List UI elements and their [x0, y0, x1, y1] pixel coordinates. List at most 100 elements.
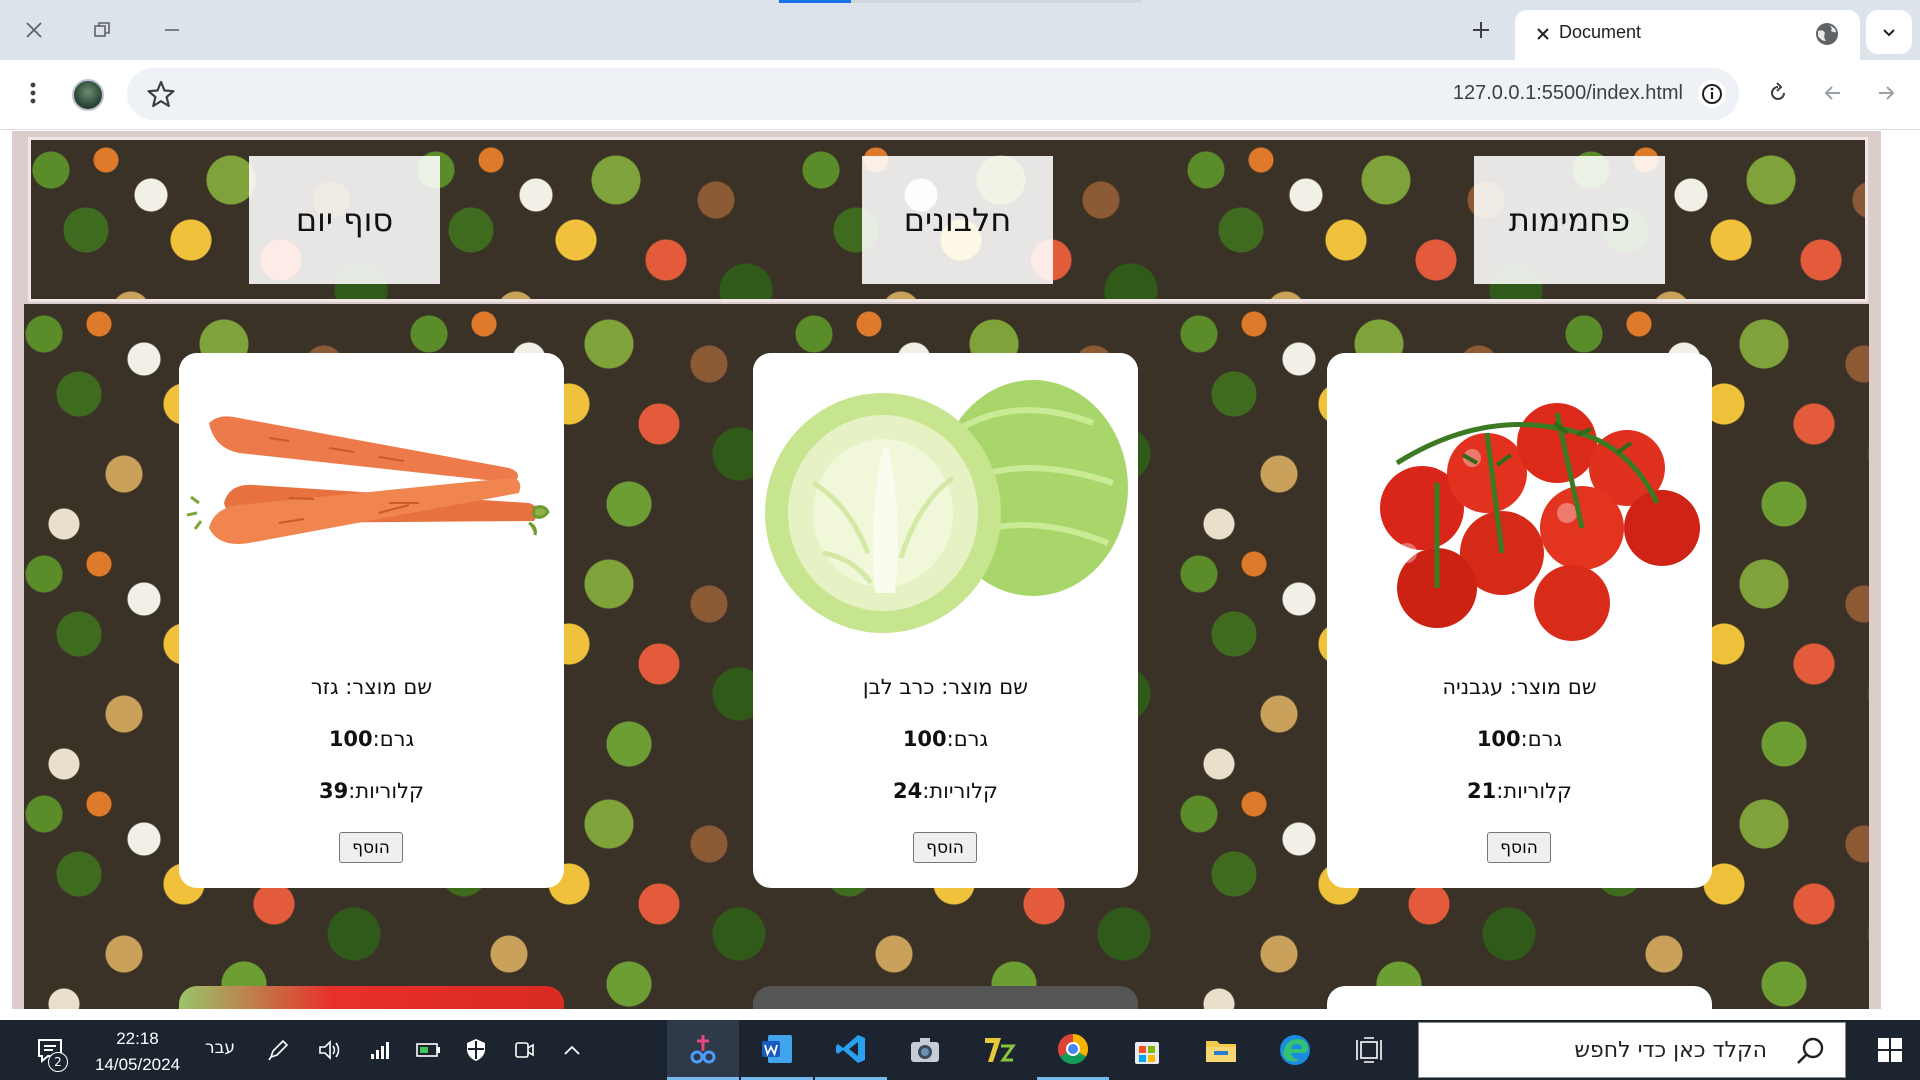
product-grams-label: גרם: [946, 727, 989, 751]
product-name-line: שם מוצר: גזר [179, 675, 564, 699]
nav-item-proteins[interactable]: חלבונים [862, 156, 1053, 284]
add-button[interactable]: הוסף [339, 832, 403, 863]
window-close-button[interactable] [6, 8, 62, 52]
browser-toolbar: 127.0.0.1:5500/index.html [0, 60, 1920, 130]
add-button[interactable]: הוסף [1487, 832, 1551, 863]
product-name: עגבניה [1442, 675, 1504, 699]
window-restore-button[interactable] [74, 8, 130, 52]
tab-close-button[interactable] [1531, 22, 1555, 46]
product-grams: 100 [328, 727, 373, 751]
tab-strip-divider [851, 0, 1141, 3]
new-tab-button[interactable] [1463, 12, 1499, 48]
product-grams-line: גרם:100 [1327, 727, 1712, 751]
category-nav: פחמימות חלבונים סוף יום [28, 137, 1868, 302]
product-card-next-row [753, 986, 1138, 1009]
profile-avatar[interactable] [72, 79, 104, 111]
address-bar[interactable]: 127.0.0.1:5500/index.html [127, 68, 1739, 120]
globe-icon [1816, 23, 1838, 45]
task-view-button[interactable] [1333, 1020, 1405, 1080]
site-info-icon[interactable] [1697, 79, 1727, 109]
chrome-icon [1057, 1033, 1089, 1064]
browser-tab-document[interactable]: Document [1515, 10, 1860, 60]
reload-icon [1771, 82, 1785, 100]
pen-icon [268, 1039, 289, 1061]
product-card-cabbage: שם מוצר: כרב לבן גרם:100 קלוריות:24 הוסף [753, 353, 1138, 888]
nav-item-end-of-day[interactable]: סוף יום [249, 156, 440, 284]
task-view-icon [1356, 1037, 1382, 1063]
taskbar-app-word[interactable] [741, 1020, 813, 1080]
browser-menu-button[interactable] [13, 73, 53, 113]
video-icon [515, 1042, 534, 1058]
volume-tray-button[interactable] [312, 1020, 348, 1080]
taskbar-app-explorer[interactable] [1185, 1020, 1257, 1080]
taskbar-search-box[interactable]: הקלד כאן כדי לחפש [1418, 1022, 1846, 1078]
reload-button[interactable] [1758, 73, 1798, 113]
product-name: כרב לבן [862, 675, 935, 699]
meet-now-tray-button[interactable] [506, 1020, 542, 1080]
back-button[interactable] [1813, 73, 1853, 113]
browser-titlebar: Document [0, 0, 1920, 60]
security-tray-button[interactable] [458, 1020, 494, 1080]
pen-tray-button[interactable] [262, 1020, 294, 1080]
product-calories: 21 [1467, 779, 1497, 803]
taskbar-app-snip[interactable] [667, 1020, 739, 1080]
input-language[interactable]: עבר [205, 1038, 235, 1058]
product-calories: 24 [893, 779, 923, 803]
tab-strip-indicator [779, 0, 851, 3]
plus-icon [1473, 22, 1489, 38]
action-center-button[interactable]: 2 [20, 1020, 80, 1080]
network-tray-button[interactable] [362, 1020, 398, 1080]
clock-date: 14/05/2024 [94, 1055, 181, 1074]
product-card-next-row [179, 986, 564, 1009]
add-button[interactable]: הוסף [913, 832, 977, 863]
taskbar-app-store[interactable] [1111, 1020, 1183, 1080]
taskbar-app-chrome[interactable] [1037, 1020, 1109, 1080]
taskbar-app-vscode[interactable] [815, 1020, 887, 1080]
camera-icon [911, 1038, 939, 1062]
start-button[interactable] [1860, 1020, 1920, 1080]
url-text[interactable]: 127.0.0.1:5500/index.html [1453, 82, 1683, 105]
product-grams-label: גרם: [372, 727, 415, 751]
product-calories-label: קלוריות: [348, 779, 424, 803]
folder-icon [1206, 1041, 1236, 1062]
signal-icon [371, 1042, 389, 1059]
product-grams-line: גרם:100 [179, 727, 564, 751]
more-vert-icon [30, 82, 36, 104]
taskbar-app-edge[interactable] [1259, 1020, 1331, 1080]
product-card-tomato: שם מוצר: עגבניה גרם:100 קלוריות:21 הוסף [1327, 353, 1712, 888]
forward-button[interactable] [1866, 73, 1906, 113]
bookmark-star-icon[interactable] [145, 78, 177, 110]
taskbar-app-camera[interactable] [889, 1020, 961, 1080]
notification-count: 2 [48, 1052, 68, 1072]
product-name-line: שם מוצר: עגבניה [1327, 675, 1712, 699]
nav-item-carbs[interactable]: פחמימות [1474, 156, 1665, 284]
system-clock[interactable]: 22:18 14/05/2024 [80, 1026, 195, 1078]
edge-icon [1280, 1035, 1310, 1065]
product-card-next-row [1327, 986, 1712, 1009]
show-hidden-icons-button[interactable] [554, 1020, 590, 1080]
clock-time: 22:18 [116, 1029, 159, 1048]
window-minimize-button[interactable] [144, 8, 200, 52]
store-icon [1135, 1042, 1159, 1064]
restore-icon [94, 22, 110, 37]
product-calories: 39 [319, 779, 349, 803]
taskbar-app-7zip[interactable] [963, 1020, 1035, 1080]
search-icon [1797, 1037, 1824, 1064]
tab-search-button[interactable] [1866, 10, 1912, 54]
product-name-label: שם מוצר: [345, 675, 433, 699]
product-name-line: שם מוצר: כרב לבן [753, 675, 1138, 699]
tomato-image [1327, 353, 1712, 653]
product-name: גזר [310, 675, 339, 699]
product-calories-line: קלוריות:39 [179, 779, 564, 803]
product-calories-label: קלוריות: [1496, 779, 1572, 803]
volume-icon [319, 1040, 340, 1060]
arrow-forward-icon [1879, 86, 1895, 100]
chevron-down-icon [1883, 29, 1895, 37]
arrow-back-icon [1824, 86, 1840, 100]
product-grams-line: גרם:100 [753, 727, 1138, 751]
snipping-tool-icon [690, 1034, 716, 1063]
vscode-icon [836, 1034, 865, 1063]
battery-tray-button[interactable] [410, 1020, 446, 1080]
product-grams: 100 [902, 727, 947, 751]
search-placeholder: הקלד כאן כדי לחפש [1574, 1038, 1767, 1063]
